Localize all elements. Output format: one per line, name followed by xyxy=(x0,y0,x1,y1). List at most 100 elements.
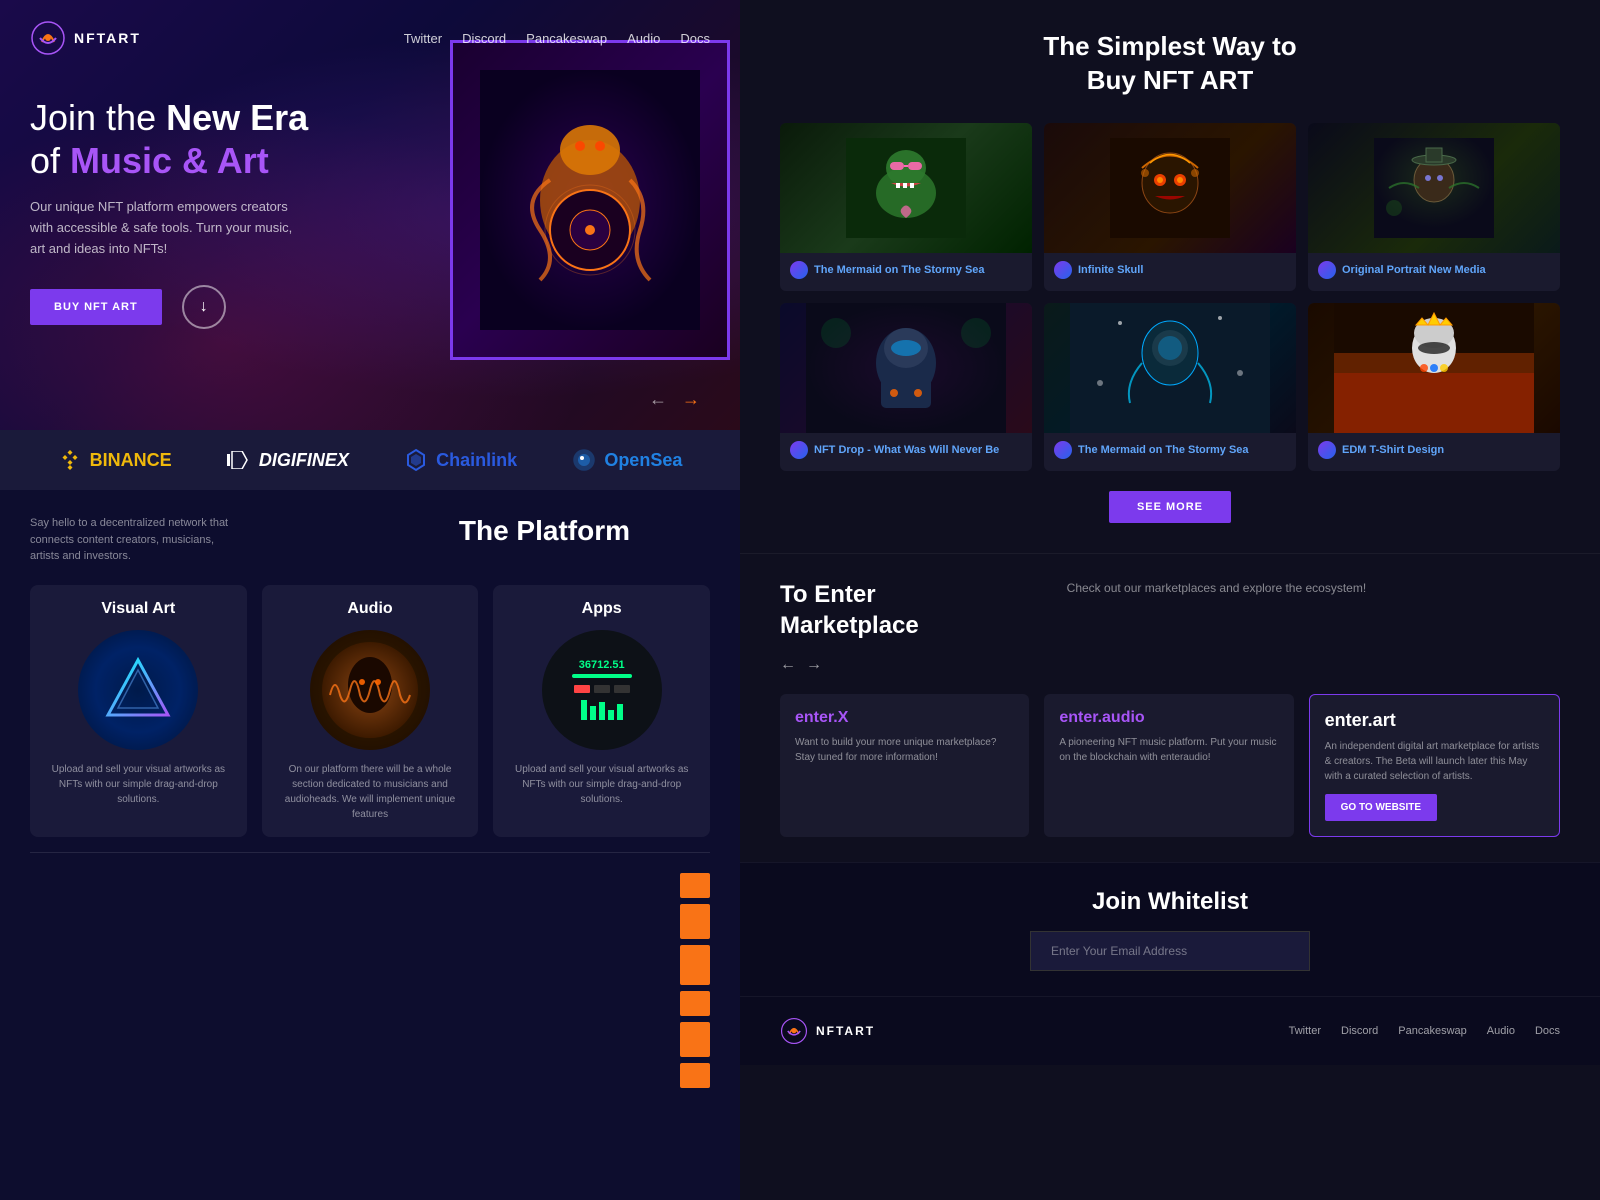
opensea-label: OpenSea xyxy=(604,450,682,471)
footer-docs[interactable]: Docs xyxy=(1535,1025,1560,1037)
nav-links: Twitter Discord Pancakeswap Audio Docs xyxy=(404,31,710,46)
nav-twitter[interactable]: Twitter xyxy=(404,31,442,46)
nft-grid: The Mermaid on The Stormy Sea xyxy=(780,123,1560,471)
digifinex-label: DIGIFINEX xyxy=(259,450,349,471)
platform-cards: Visual Art xyxy=(30,585,710,837)
nft-image-3 xyxy=(1308,123,1560,253)
marketplace-cards: enter.X Want to build your more unique m… xyxy=(780,694,1560,837)
footer-discord[interactable]: Discord xyxy=(1341,1025,1378,1037)
visual-art-image xyxy=(78,630,198,750)
enter-audio-desc: A pioneering NFT music platform. Put you… xyxy=(1059,735,1278,765)
enter-art-title: enter.art xyxy=(1325,710,1544,731)
bar-1 xyxy=(680,873,710,898)
nft-info-5: The Mermaid on The Stormy Sea xyxy=(1044,433,1296,471)
footer-audio[interactable]: Audio xyxy=(1487,1025,1515,1037)
marketplace-prev-arrow[interactable]: ← xyxy=(780,656,796,674)
marketplace-left: To Enter Marketplace ← → xyxy=(780,579,1027,674)
footer-twitter[interactable]: Twitter xyxy=(1289,1025,1321,1037)
footer: NFTART Twitter Discord Pancakeswap Audio… xyxy=(740,996,1600,1065)
marketplace-right: Check out our marketplaces and explore t… xyxy=(1067,579,1560,674)
hero-title-bold: New Era xyxy=(166,97,308,138)
nft-card-2: Infinite Skull xyxy=(1044,123,1296,291)
hero-title-part2: of xyxy=(30,140,70,181)
marketplace-top: To Enter Marketplace ← → Check out our m… xyxy=(780,579,1560,674)
enter-x-card: enter.X Want to build your more unique m… xyxy=(780,694,1029,837)
buy-nft-section: The Simplest Way to Buy NFT ART xyxy=(740,0,1600,553)
buy-nft-title: The Simplest Way to Buy NFT ART xyxy=(780,30,1560,98)
nft-image-2 xyxy=(1044,123,1296,253)
visual-art-desc: Upload and sell your visual artworks as … xyxy=(45,762,232,807)
marketplace-arrows: ← → xyxy=(780,656,1027,674)
logo-icon xyxy=(30,20,66,56)
apps-image: 36712.51 xyxy=(542,630,662,750)
portrait-art xyxy=(1374,138,1494,238)
go-to-website-button[interactable]: GO TO WEBSITE xyxy=(1325,794,1437,821)
apps-desc: Upload and sell your visual artworks as … xyxy=(508,762,695,807)
platform-desc: Say hello to a decentralized network tha… xyxy=(30,515,230,565)
nft-info-6: EDM T-Shirt Design xyxy=(1308,433,1560,471)
nft-avatar-2 xyxy=(1054,261,1072,279)
nft-card-1: The Mermaid on The Stormy Sea xyxy=(780,123,1032,291)
audio-image xyxy=(310,630,430,750)
nft-thumb-row-3: Original Portrait New Media xyxy=(1318,261,1550,279)
audio-title: Audio xyxy=(347,600,392,618)
nft-name-6: EDM T-Shirt Design xyxy=(1342,444,1444,456)
nft-card-5: The Mermaid on The Stormy Sea xyxy=(1044,303,1296,471)
visual-art-card: Visual Art xyxy=(30,585,247,837)
hero-buttons: BUY NFT ART ↓ xyxy=(30,285,350,329)
digifinex-icon xyxy=(227,451,251,469)
scroll-down-button[interactable]: ↓ xyxy=(182,285,226,329)
see-more-button[interactable]: SEE MORE xyxy=(1109,491,1231,523)
nft-thumb-row-5: The Mermaid on The Stormy Sea xyxy=(1054,441,1286,459)
platform-section: Say hello to a decentralized network tha… xyxy=(0,490,740,1200)
nav: NFTART Twitter Discord Pancakeswap Audio… xyxy=(30,20,710,56)
email-input[interactable] xyxy=(1030,931,1310,971)
nft-avatar-6 xyxy=(1318,441,1336,459)
partner-digifinex: DIGIFINEX xyxy=(227,450,349,471)
nav-discord[interactable]: Discord xyxy=(462,31,506,46)
partner-chainlink: Chainlink xyxy=(404,448,517,472)
whitelist-title: Join Whitelist xyxy=(780,888,1560,916)
marketplace-section: To Enter Marketplace ← → Check out our m… xyxy=(740,553,1600,862)
nft-avatar-3 xyxy=(1318,261,1336,279)
hero-title-accent: Music & Art xyxy=(70,140,269,181)
hero-arrows: ← → xyxy=(649,389,700,410)
hero-artwork xyxy=(430,20,740,410)
nav-docs[interactable]: Docs xyxy=(680,31,710,46)
partners-section: BINANCE DIGIFINEX Chainlink OpenSea xyxy=(0,430,740,490)
nav-pancakeswap[interactable]: Pancakeswap xyxy=(526,31,607,46)
audio-card: Audio xyxy=(262,585,479,837)
enter-x-title: enter.X xyxy=(795,709,1014,727)
footer-logo-text: NFTART xyxy=(816,1024,875,1038)
footer-pancakeswap[interactable]: Pancakeswap xyxy=(1398,1025,1467,1037)
nav-audio[interactable]: Audio xyxy=(627,31,660,46)
triangle-art-icon xyxy=(98,650,178,730)
partner-binance: BINANCE xyxy=(58,448,172,472)
nft-name-1: The Mermaid on The Stormy Sea xyxy=(814,264,985,276)
bar-5 xyxy=(680,1022,710,1057)
nft-card-3: Original Portrait New Media xyxy=(1308,123,1560,291)
nft-name-5: The Mermaid on The Stormy Sea xyxy=(1078,444,1249,456)
tribe-hint xyxy=(30,852,710,1088)
hero-title-part1: Join the xyxy=(30,97,166,138)
logo-text: NFTART xyxy=(74,30,141,46)
next-arrow[interactable]: → xyxy=(682,389,700,410)
skull-art xyxy=(1110,138,1230,238)
mermaid-art-2 xyxy=(1044,303,1296,433)
audio-waveform-icon xyxy=(320,640,420,740)
nft-info-3: Original Portrait New Media xyxy=(1308,253,1560,291)
nft-image-5 xyxy=(1044,303,1296,433)
buy-nft-button[interactable]: BUY NFT ART xyxy=(30,289,162,325)
nft-name-3: Original Portrait New Media xyxy=(1342,264,1486,276)
prev-arrow[interactable]: ← xyxy=(649,389,667,410)
chainlink-label: Chainlink xyxy=(436,450,517,471)
partner-opensea: OpenSea xyxy=(572,448,682,472)
footer-links: Twitter Discord Pancakeswap Audio Docs xyxy=(1289,1025,1560,1037)
nft-name-4: NFT Drop - What Was Will Never Be xyxy=(814,444,999,456)
edm-art xyxy=(1308,303,1560,433)
enter-audio-title: enter.audio xyxy=(1059,709,1278,727)
artwork-frame xyxy=(450,40,730,360)
opensea-icon xyxy=(572,448,596,472)
platform-header: Say hello to a decentralized network tha… xyxy=(30,515,710,565)
marketplace-next-arrow[interactable]: → xyxy=(806,656,822,674)
